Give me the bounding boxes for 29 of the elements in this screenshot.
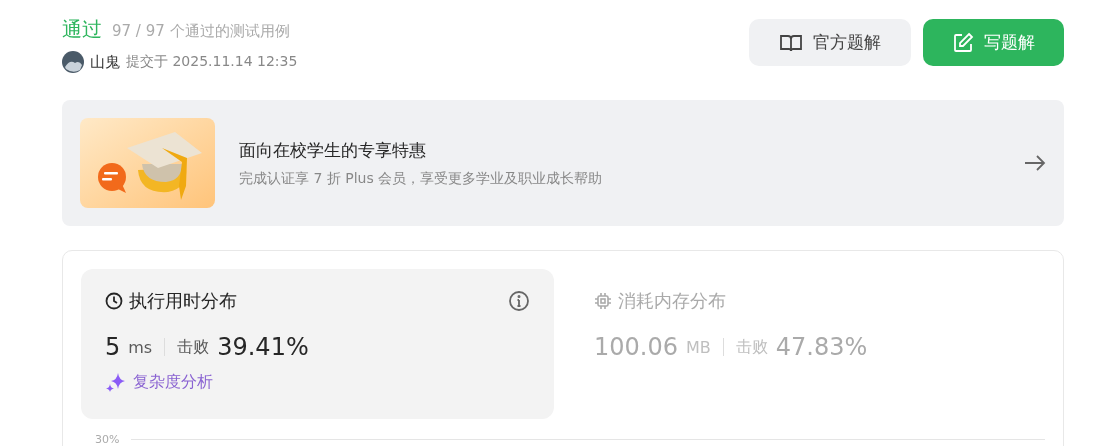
info-icon[interactable] <box>508 290 530 312</box>
clock-icon <box>105 292 123 310</box>
cases-text: 97 / 97 个通过的测试用例 <box>112 22 290 41</box>
runtime-panel[interactable]: 执行用时分布 5 ms 击败 39.41% 复杂度分析 <box>81 269 554 419</box>
beats-percent: 39.41% <box>217 333 309 361</box>
beats-percent: 47.83% <box>775 333 868 361</box>
submit-time: 提交于 2025.11.14 12:35 <box>126 53 298 71</box>
chip-icon <box>594 292 612 310</box>
avatar-icon <box>62 51 84 73</box>
official-solution-button[interactable]: 官方题解 <box>749 19 911 66</box>
promo-banner[interactable]: 面向在校学生的专享特惠 完成认证享 7 折 Plus 会员，享受更多学业及职业成长帮助 <box>62 100 1064 226</box>
book-icon <box>779 32 803 53</box>
stat-value: 5 <box>105 333 121 361</box>
arrow-right-icon <box>1024 154 1046 172</box>
stat-unit: MB <box>686 337 711 357</box>
beats-label: 击败 <box>735 336 768 358</box>
beats-label: 击败 <box>177 336 210 358</box>
status-text: 通过 <box>62 16 102 43</box>
graduation-cap-icon <box>80 118 215 208</box>
stat-unit: ms <box>128 337 153 357</box>
promo-title: 面向在校学生的专享特惠 <box>239 138 427 162</box>
complexity-analysis-link[interactable]: 复杂度分析 <box>133 371 213 393</box>
user-name[interactable]: 山鬼 <box>90 52 120 72</box>
panel-title: 消耗内存分布 <box>618 289 726 313</box>
stat-value: 100.06 <box>594 333 678 361</box>
panel-title: 执行用时分布 <box>129 289 237 313</box>
axis-label: 30% <box>95 433 120 446</box>
promo-subtitle: 完成认证享 7 折 Plus 会员，享受更多学业及职业成长帮助 <box>239 169 604 188</box>
edit-icon <box>952 31 974 54</box>
